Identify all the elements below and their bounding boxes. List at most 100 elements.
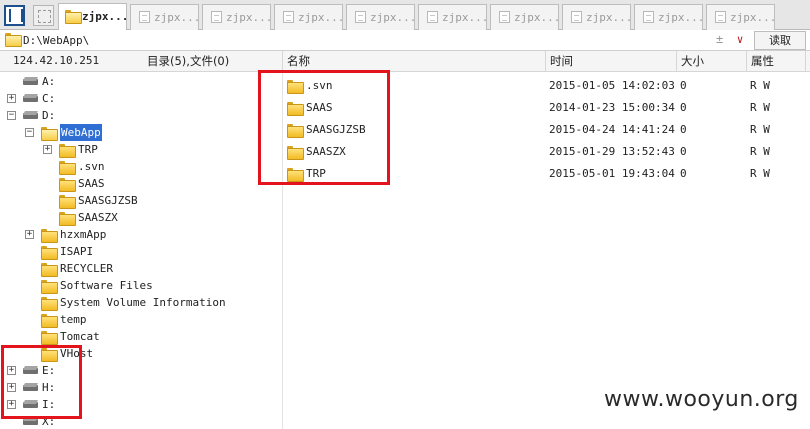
tab-9[interactable]: zjpx... <box>634 4 703 30</box>
collapse-icon[interactable]: − <box>7 111 16 120</box>
tree-node[interactable]: A: <box>0 73 282 90</box>
page-icon <box>499 11 510 23</box>
tree-node[interactable]: + C: <box>0 90 282 107</box>
tab-3[interactable]: zjpx... <box>202 4 271 30</box>
tree-node[interactable]: + hzxmApp <box>0 226 282 243</box>
expand-icon[interactable]: + <box>25 230 34 239</box>
file-attr: R W <box>750 101 770 114</box>
tree-node-label: .svn <box>78 160 105 173</box>
tree-node[interactable]: ISAPI <box>0 243 282 260</box>
folder-icon <box>41 229 58 243</box>
tab-7[interactable]: zjpx... <box>490 4 559 30</box>
page-icon <box>211 11 222 23</box>
panel-toggle-icon[interactable] <box>4 5 25 26</box>
tab-label: zjpx... <box>154 11 199 24</box>
tab-10[interactable]: zjpx... <box>706 4 775 30</box>
tree-node-label: ISAPI <box>60 245 94 258</box>
tree-node[interactable]: SAAS <box>0 175 282 192</box>
folder-icon <box>59 195 76 209</box>
tree-node[interactable]: + TRP <box>0 141 282 158</box>
tree-node[interactable]: .svn <box>0 158 282 175</box>
drive-icon <box>23 111 38 120</box>
folder-icon <box>41 246 58 260</box>
tab-label: zjpx... <box>82 10 127 23</box>
tree-node[interactable]: − D: <box>0 107 282 124</box>
col-header-size[interactable]: 大小 <box>681 51 704 72</box>
path-input[interactable]: D:\WebApp\ <box>23 34 89 47</box>
column-header: 124.42.10.251 目录(5),文件(0) 名称 时间 大小 属性 <box>0 51 810 72</box>
tree-node[interactable]: Tomcat <box>0 328 282 345</box>
tree-node[interactable]: SAASGJZSB <box>0 192 282 209</box>
tree-node[interactable]: SAASZX <box>0 209 282 226</box>
file-attr: R W <box>750 145 770 158</box>
tree-node-label: hzxmApp <box>60 228 107 241</box>
read-button[interactable]: 读取 <box>754 31 806 50</box>
col-header-name[interactable]: 名称 <box>287 51 310 72</box>
file-size: 0 <box>680 145 687 158</box>
folder-icon <box>5 33 22 47</box>
tree-node-label: WebApp <box>60 124 102 141</box>
tab-4[interactable]: zjpx... <box>274 4 343 30</box>
expand-icon[interactable]: + <box>7 94 16 103</box>
tree-node-label: SAAS <box>78 177 105 190</box>
file-attr: R W <box>750 123 770 136</box>
tree-node-label: C: <box>42 92 56 105</box>
page-icon <box>427 11 438 23</box>
tab-5[interactable]: zjpx... <box>346 4 415 30</box>
file-time: 2015-04-24 14:41:24 <box>549 123 675 136</box>
tree-node-label: TRP <box>78 143 98 156</box>
tab-1[interactable]: zjpx... <box>58 3 127 30</box>
file-size: 0 <box>680 167 687 180</box>
folder-icon <box>41 314 58 328</box>
tab-2[interactable]: zjpx... <box>130 4 199 30</box>
tree-node[interactable]: temp <box>0 311 282 328</box>
tab-label: zjpx... <box>514 11 559 24</box>
tree-node-label: RECYCLER <box>60 262 113 275</box>
tree-node-label: SAASGJZSB <box>78 194 138 207</box>
tab-label: zjpx... <box>730 11 775 24</box>
tree-node[interactable]: − WebApp <box>0 124 282 141</box>
page-icon <box>715 11 726 23</box>
tree-node-label: temp <box>60 313 87 326</box>
tab-8[interactable]: zjpx... <box>562 4 631 30</box>
tab-6[interactable]: zjpx... <box>418 4 487 30</box>
tab-label: zjpx... <box>298 11 343 24</box>
tab-label: zjpx... <box>586 11 631 24</box>
drive-icon <box>23 77 38 86</box>
collapse-icon[interactable]: − <box>25 128 34 137</box>
page-icon <box>283 11 294 23</box>
tree-node[interactable]: System Volume Information <box>0 294 282 311</box>
tab-label: zjpx... <box>370 11 415 24</box>
folder-icon <box>41 297 58 311</box>
col-header-time[interactable]: 时间 <box>550 51 573 72</box>
file-time: 2015-05-01 19:43:04 <box>549 167 675 180</box>
file-attr: R W <box>750 79 770 92</box>
tree-node-label: Tomcat <box>60 330 100 343</box>
server-ip: 124.42.10.251 <box>13 54 100 67</box>
expand-icon[interactable]: + <box>43 145 52 154</box>
file-size: 0 <box>680 123 687 136</box>
tab-label: zjpx... <box>226 11 271 24</box>
highlight-box-drives <box>1 345 82 419</box>
watermark: www.wooyun.org <box>604 387 799 412</box>
tab-label: zjpx... <box>442 11 487 24</box>
tab-label: zjpx... <box>658 11 703 24</box>
tree-node[interactable]: RECYCLER <box>0 260 282 277</box>
options-icon[interactable]: ± <box>716 32 723 46</box>
chevron-down-icon[interactable]: ∨ <box>733 34 747 46</box>
tree-node-label: Software Files <box>60 279 153 292</box>
page-icon <box>571 11 582 23</box>
folder-icon <box>59 212 76 226</box>
folder-icon <box>59 178 76 192</box>
file-attr: R W <box>750 167 770 180</box>
tree-node-label: A: <box>42 75 56 88</box>
tree-node[interactable]: Software Files <box>0 277 282 294</box>
page-icon <box>355 11 366 23</box>
dir-summary: 目录(5),文件(0) <box>147 54 230 68</box>
tree-node-label: System Volume Information <box>60 296 226 309</box>
page-icon <box>643 11 654 23</box>
file-time: 2015-01-05 14:02:03 <box>549 79 675 92</box>
new-tab-icon[interactable] <box>33 5 54 26</box>
file-time: 2014-01-23 15:00:34 <box>549 101 675 114</box>
col-header-attr[interactable]: 属性 <box>751 51 774 72</box>
